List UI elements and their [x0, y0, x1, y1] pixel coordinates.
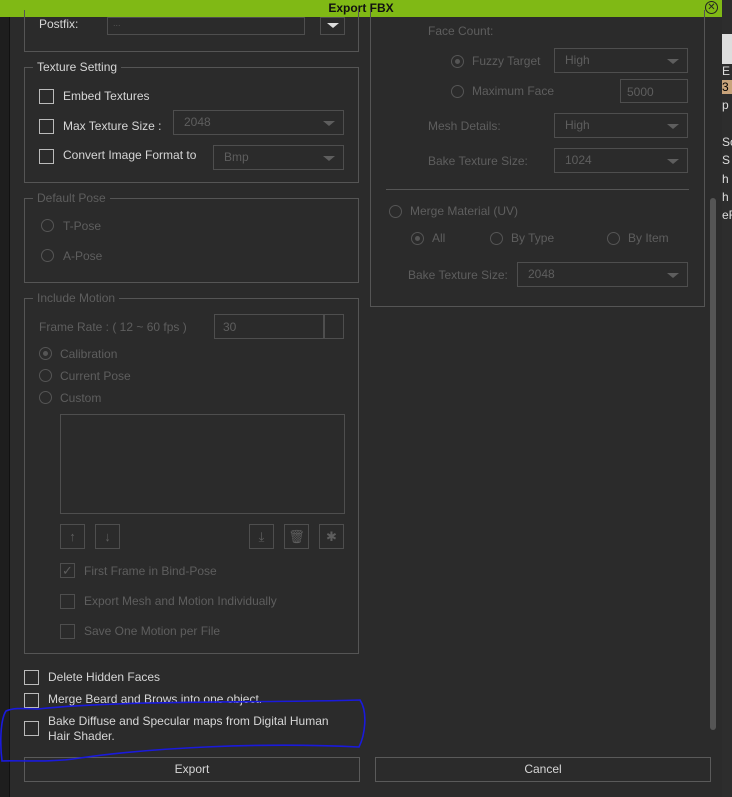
annotation-outline [0, 699, 366, 762]
